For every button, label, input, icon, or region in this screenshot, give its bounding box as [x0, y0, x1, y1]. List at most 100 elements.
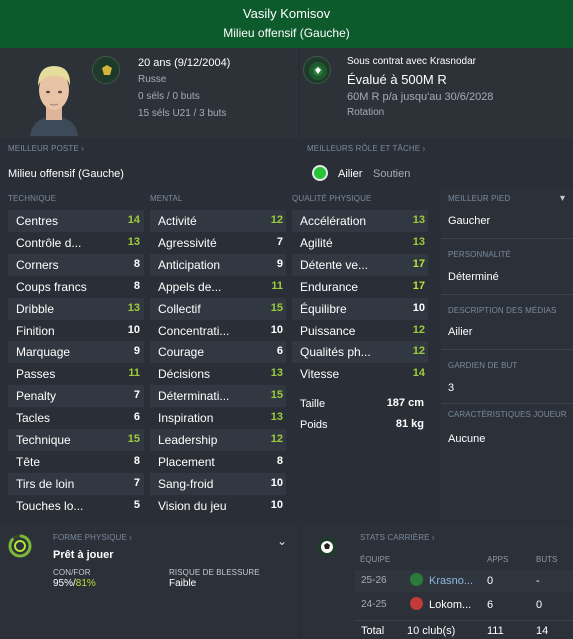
mental-attribute-name: Collectif	[158, 301, 201, 316]
technique-attribute-name: Penalty	[16, 389, 57, 404]
career-total-goals: 14	[536, 625, 549, 637]
physical-attribute-name: Puissance	[300, 323, 356, 338]
physical-attribute-name: Équilibre	[300, 301, 347, 316]
technique-attribute-name: Tête	[16, 454, 41, 469]
mental-attribute-value: 15	[270, 301, 283, 314]
best-position-value: Milieu offensif (Gauche)	[8, 168, 124, 180]
mental-attribute-value: 6	[276, 345, 283, 358]
chevron-down-icon[interactable]: ⌄	[277, 534, 287, 548]
technique-attribute-value: 9	[133, 345, 140, 358]
height-label: Taille	[300, 398, 326, 410]
mental-attribute-name: Concentrati...	[158, 323, 230, 338]
technique-attribute-value: 6	[133, 411, 140, 424]
technique-attribute-value: 11	[128, 367, 140, 380]
technique-attribute-value: 7	[133, 476, 140, 489]
condition-value: 95%	[53, 578, 74, 589]
career-total-apps: 111	[487, 625, 504, 637]
mental-attribute-value: 12	[270, 214, 283, 226]
media-description-value: Ailier	[448, 326, 473, 338]
mental-attribute-name: Vision du jeu	[158, 498, 227, 513]
best-role-link[interactable]: MEILLEURS RÔLE ET TÂCHE ›	[307, 144, 425, 153]
injury-risk-value: Faible	[169, 578, 197, 589]
mental-attribute-value: 10	[270, 323, 283, 336]
mental-attribute-value: 12	[270, 433, 283, 445]
technique-attribute-value: 8	[133, 454, 140, 467]
career-season: 24-25	[361, 599, 387, 610]
role-indicator-icon	[312, 165, 328, 181]
player-nationality: Russe	[138, 74, 167, 85]
mental-attribute-name: Déterminati...	[158, 389, 230, 404]
career-team-link[interactable]: Lokom...	[429, 599, 471, 611]
career-stats-link[interactable]: STATS CARRIÈRE ›	[360, 533, 435, 542]
personality-value: Déterminé	[448, 271, 499, 283]
technique-attribute-value: 8	[133, 279, 140, 292]
physical-attribute-value: 17	[412, 257, 425, 270]
career-team-link[interactable]: Krasno...	[429, 575, 473, 587]
mental-attribute-name: Agressivité	[158, 235, 217, 250]
best-position-link[interactable]: MEILLEUR POSTE ›	[8, 144, 84, 153]
player-position: Milieu offensif (Gauche)	[223, 26, 350, 40]
mental-attribute-value: 10	[270, 498, 283, 511]
mental-attribute-name: Courage	[158, 345, 205, 360]
technique-attribute-name: Contrôle d...	[16, 235, 82, 250]
physical-heading: QUALITÉ PHYSIQUE	[292, 194, 372, 203]
player-name: Vasily Komisov	[242, 6, 331, 21]
physical-attribute-name: Qualités ph...	[300, 345, 371, 360]
best-foot-label: MEILLEUR PIED	[448, 194, 511, 203]
mental-attribute-value: 13	[270, 367, 283, 380]
physical-attribute-value: 17	[412, 279, 425, 292]
club-crest-icon	[410, 573, 423, 586]
career-apps: 6	[487, 599, 494, 611]
player-avatar[interactable]	[24, 56, 84, 136]
divider	[441, 294, 573, 295]
mental-attribute-name: Anticipation	[158, 257, 221, 272]
mental-attribute-name: Leadership	[158, 433, 218, 447]
condition-panel	[0, 525, 297, 639]
mental-attribute-name: Appels de...	[158, 279, 222, 294]
mental-attribute-value: 13	[270, 411, 283, 424]
career-goals-header: BUTS	[536, 555, 558, 564]
divider	[441, 238, 573, 239]
contract-value: Évalué à 500M R	[347, 72, 447, 87]
technique-attribute-value: 8	[133, 257, 140, 270]
career-apps: 0	[487, 575, 494, 587]
technique-attribute-value: 7	[133, 389, 140, 402]
personality-label: PERSONNALITÉ	[448, 250, 511, 259]
technique-attribute-name: Centres	[16, 214, 59, 228]
height-value: 187 cm	[386, 397, 424, 409]
fitness-value: 81%	[75, 578, 96, 589]
technique-attribute-value: 14	[127, 214, 140, 226]
nation-flag-icon[interactable]	[92, 56, 120, 84]
mental-attribute-name: Inspiration	[158, 411, 214, 426]
con-for-label: CON/FOR	[53, 568, 91, 577]
technique-attribute-value: 15	[127, 433, 140, 445]
player-traits-label: CARACTÉRISTIQUES JOUEUR	[448, 410, 567, 419]
career-apps-header: APPS	[487, 555, 509, 564]
career-total-clubs: 10 club(s)	[407, 625, 456, 637]
media-description-label: DESCRIPTION DES MÉDIAS	[448, 306, 557, 315]
divider	[441, 349, 573, 350]
mental-attribute-name: Sang-froid	[158, 476, 214, 491]
player-age: 20 ans (9/12/2004)	[138, 57, 231, 69]
technique-attribute-name: Passes	[16, 367, 56, 382]
physical-attribute-name: Endurance	[300, 279, 359, 294]
technique-heading: TECHNIQUE	[8, 194, 57, 203]
player-header: Vasily Komisov Milieu offensif (Gauche)	[0, 0, 573, 48]
mental-heading: MENTAL	[150, 194, 183, 203]
career-team-header: ÉQUIPE	[360, 555, 391, 564]
physical-attribute-value: 13	[412, 235, 425, 248]
mental-attribute-value: 10	[270, 476, 283, 489]
contract-wage: 60M R p/a jusqu'au 30/6/2028	[347, 91, 494, 103]
goalkeeper-value: 3	[448, 382, 455, 394]
career-total-label: Total	[361, 625, 385, 637]
physical-attribute-name: Détente ve...	[300, 257, 369, 272]
best-role-value: Ailier	[338, 168, 363, 180]
chevron-down-icon[interactable]: ▾	[560, 193, 565, 204]
mental-attribute-value: 7	[276, 235, 283, 248]
mental-attribute-name: Activité	[158, 214, 197, 228]
condition-link[interactable]: FORME PHYSIQUE ›	[53, 533, 132, 542]
goalkeeper-label: GARDIEN DE BUT	[448, 361, 518, 370]
technique-attribute-name: Technique	[16, 433, 71, 447]
con-for-value: 95%/81%	[53, 578, 96, 589]
club-crest-icon[interactable]	[303, 56, 331, 84]
